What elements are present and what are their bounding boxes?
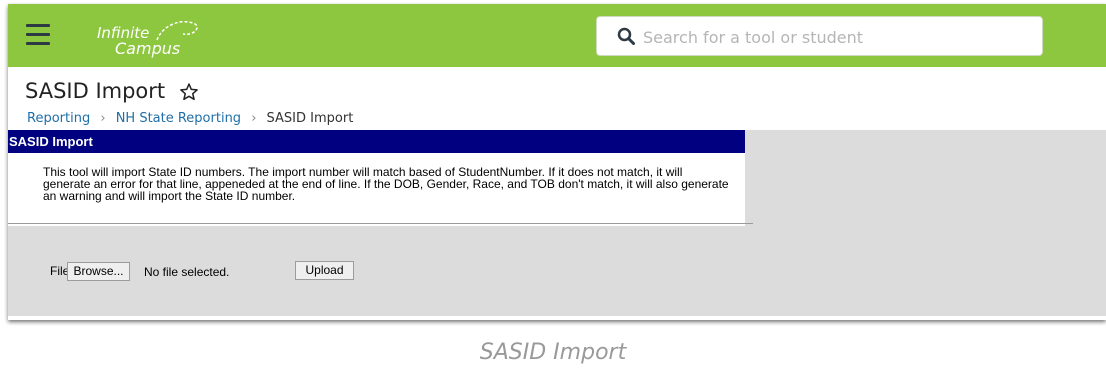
search-box[interactable]	[596, 16, 1043, 56]
panel-description: This tool will import State ID numbers. …	[43, 165, 729, 203]
chevron-right-icon: ›	[100, 111, 106, 126]
search-icon	[617, 27, 635, 45]
breadcrumb: Reporting › NH State Reporting › SASID I…	[27, 111, 353, 126]
breadcrumb-link-reporting[interactable]: Reporting	[27, 111, 90, 126]
app-window: Infinite Campus SASID Import Reporting ›…	[8, 4, 1106, 320]
breadcrumb-link-nh-state-reporting[interactable]: NH State Reporting	[116, 111, 241, 126]
logo-swirl-icon	[156, 20, 198, 41]
image-caption: SASID Import	[479, 340, 627, 365]
hamburger-menu-icon[interactable]	[26, 24, 50, 46]
search-input[interactable]	[641, 23, 1035, 51]
divider	[8, 223, 753, 224]
sasid-import-panel: SASID Import This tool will import State…	[8, 130, 745, 226]
panel-header: SASID Import	[8, 130, 745, 153]
page-title: SASID Import	[25, 79, 166, 103]
favorite-star-icon[interactable]	[179, 82, 199, 102]
top-bar: Infinite Campus	[8, 4, 1106, 67]
file-status-text: No file selected.	[144, 265, 230, 279]
breadcrumb-current: SASID Import	[266, 111, 354, 126]
app-logo[interactable]: Infinite Campus	[93, 16, 213, 58]
browse-button[interactable]: Browse...	[67, 262, 130, 281]
chevron-right-icon: ›	[251, 111, 257, 126]
upload-button[interactable]: Upload	[295, 261, 354, 280]
